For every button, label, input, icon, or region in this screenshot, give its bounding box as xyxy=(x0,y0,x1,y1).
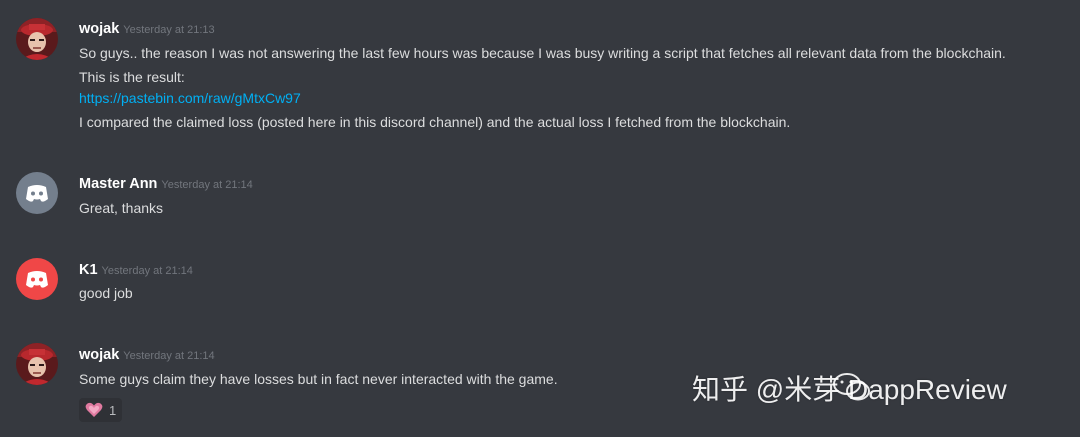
pastebin-link[interactable]: https://pastebin.com/raw/gMtxCw97 xyxy=(79,88,301,108)
reaction-button[interactable]: 1 xyxy=(79,398,123,422)
message-header: Master Ann Yesterday at 21:14 xyxy=(79,175,253,193)
message-text: Some guys claim they have losses but in … xyxy=(79,371,558,387)
discord-default-avatar-icon xyxy=(26,271,48,288)
message-text: So guys.. the reason I was not answering… xyxy=(79,45,1006,61)
timestamp: Yesterday at 21:13 xyxy=(123,24,215,36)
k1-avatar[interactable] xyxy=(16,258,58,300)
wechat-icon xyxy=(833,373,870,401)
username[interactable]: wojak xyxy=(79,347,119,363)
discord-default-avatar-icon xyxy=(26,185,48,202)
message-header: K1 Yesterday at 21:14 xyxy=(79,261,193,279)
chat-message-list: wojak Yesterday at 21:13 So guys.. the re… xyxy=(0,0,1080,437)
message-text: good job xyxy=(79,285,133,301)
wojak-avatar-icon xyxy=(16,18,58,60)
wojak-avatar-icon xyxy=(16,343,58,385)
pink-heart-emoji-icon xyxy=(85,402,103,417)
timestamp: Yesterday at 21:14 xyxy=(161,179,253,191)
wojak-avatar[interactable] xyxy=(16,18,58,60)
message-text: I compared the claimed loss (posted here… xyxy=(79,114,791,130)
username[interactable]: Master Ann xyxy=(79,176,157,192)
message-text: Great, thanks xyxy=(79,200,164,216)
wojak-avatar[interactable] xyxy=(16,343,58,385)
message-text: This is the result: xyxy=(79,69,185,85)
timestamp: Yesterday at 21:14 xyxy=(123,350,215,362)
message-header: wojak Yesterday at 21:14 xyxy=(79,346,215,364)
master-ann-avatar[interactable] xyxy=(16,172,58,214)
reaction-count: 1 xyxy=(109,402,117,418)
username[interactable]: wojak xyxy=(79,21,119,37)
message-header: wojak Yesterday at 21:13 xyxy=(79,20,215,38)
username[interactable]: K1 xyxy=(79,262,98,278)
timestamp: Yesterday at 21:14 xyxy=(101,265,193,277)
